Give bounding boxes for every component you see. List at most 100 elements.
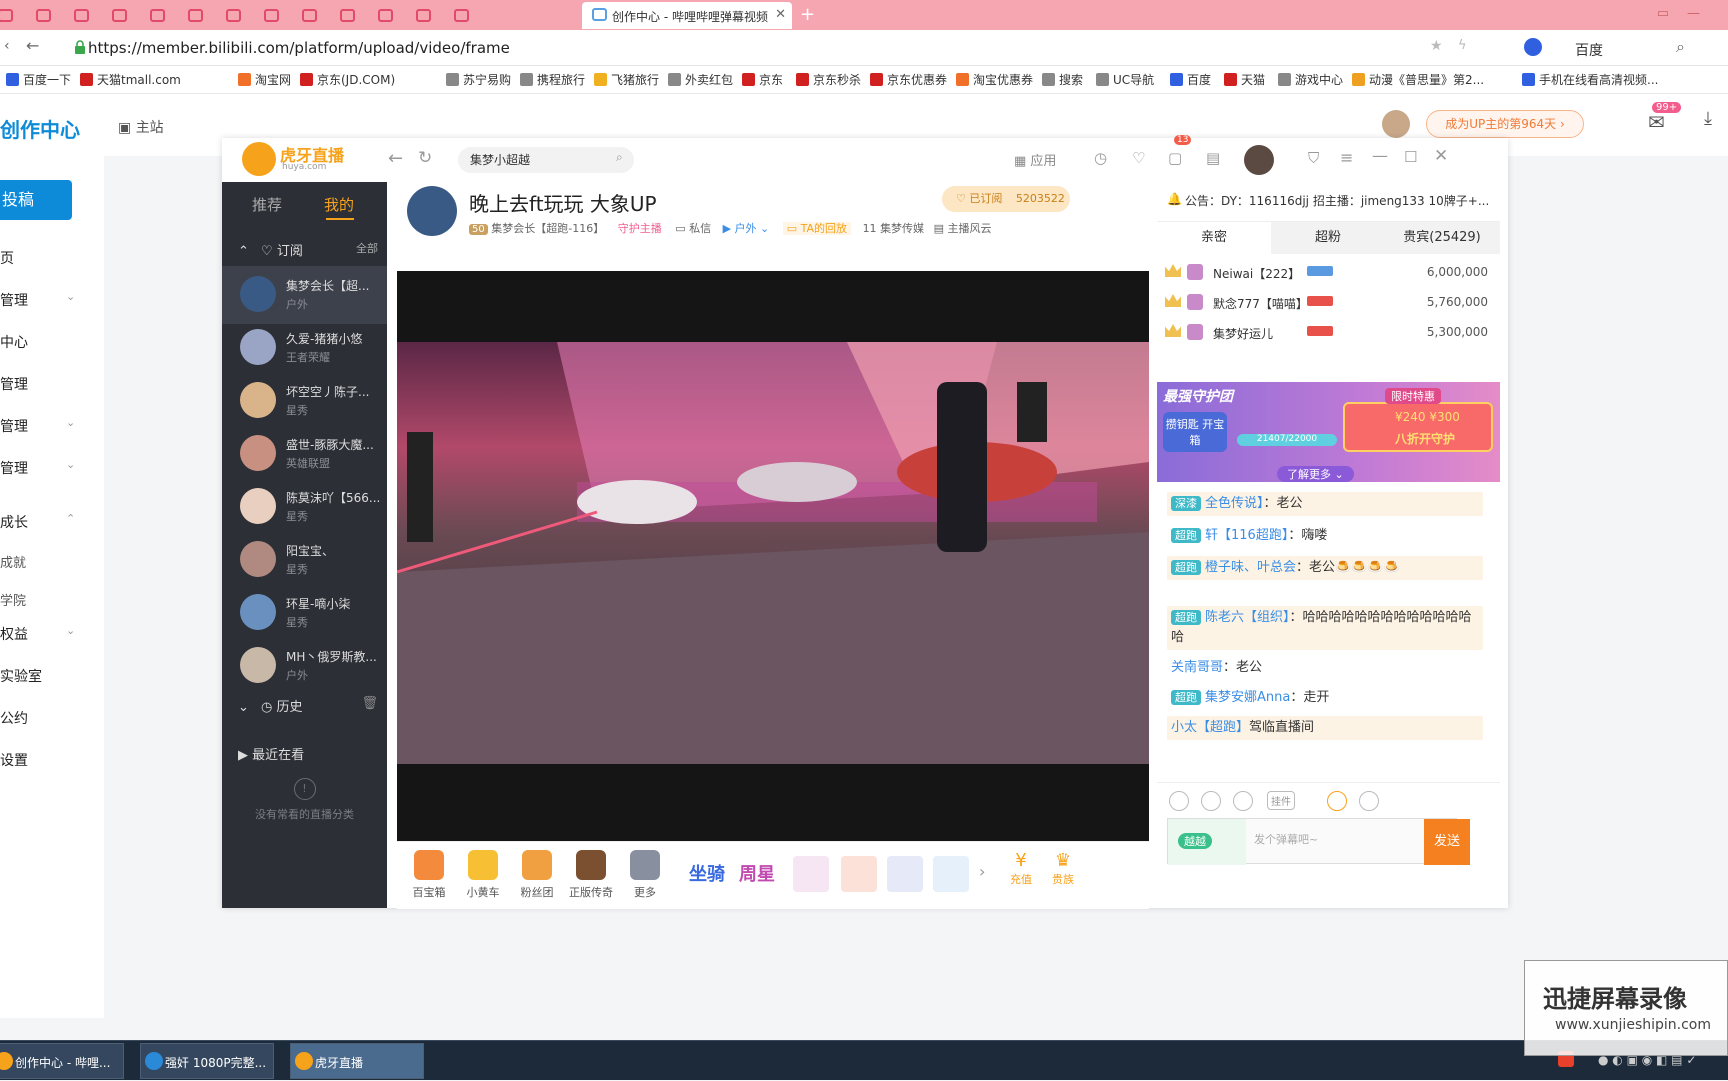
subscribe-header[interactable]: ⌃ ♡ 订阅 全部	[238, 240, 378, 259]
fan-badge[interactable]: 越越	[1168, 819, 1246, 865]
message-icon[interactable]: ▢	[1168, 149, 1182, 167]
tab-superfans[interactable]: 超粉	[1271, 222, 1385, 254]
chevron-right-icon[interactable]: ›	[979, 862, 985, 881]
gift-item[interactable]: 更多	[621, 850, 669, 900]
sidebar-item[interactable]: 公约	[0, 708, 28, 728]
rank-user-name[interactable]: Neiwai【222】	[1213, 265, 1300, 282]
style-link[interactable]: ▤ 主播风云	[934, 222, 992, 235]
recharge-button[interactable]: ¥ 充值	[1001, 850, 1041, 887]
gift-item[interactable]: 正版传奇	[567, 850, 615, 900]
browser-tab[interactable]	[328, 3, 370, 30]
window-controls[interactable]: ▭—	[1657, 6, 1718, 21]
guard-link[interactable]: 守护主播	[618, 222, 662, 235]
back-icon[interactable]: ‹	[4, 38, 10, 54]
video-player[interactable]	[397, 271, 1149, 841]
sidebar-item[interactable]: 管理 ⌄	[0, 290, 75, 310]
send-button[interactable]: 发送	[1424, 819, 1470, 865]
bookmark-item[interactable]: UC导航	[1096, 71, 1154, 88]
gift-item[interactable]: 百宝箱	[405, 850, 453, 900]
browser-tab[interactable]	[176, 3, 218, 30]
sidebar-item[interactable]: 学院	[0, 590, 26, 609]
plugin-button[interactable]: 挂件	[1267, 791, 1295, 810]
browser-tab[interactable]	[138, 3, 180, 30]
company-link[interactable]: 集梦传媒	[880, 222, 924, 235]
taskbar-item[interactable]: 虎牙直播	[290, 1043, 424, 1079]
close-tab-icon[interactable]: ✕	[775, 7, 786, 22]
gift-item-icon[interactable]	[841, 856, 877, 892]
chat-nickname[interactable]: 全色传说】	[1205, 496, 1264, 511]
tab-vip[interactable]: 贵宾(25429)	[1385, 222, 1499, 254]
browser-tab[interactable]	[404, 3, 446, 30]
all-link[interactable]: 全部	[356, 240, 378, 256]
bookmark-item[interactable]: 淘宝优惠券	[956, 71, 1033, 88]
bookmark-item[interactable]: 携程旅行	[520, 71, 585, 88]
history-header[interactable]: ⌄ ◷ 历史 🗑	[238, 696, 378, 715]
chat-nickname[interactable]: 橙子味、叶总会	[1205, 560, 1296, 575]
back-arrow-icon[interactable]: ←	[26, 36, 39, 55]
sidebar-item[interactable]: 成长 ⌃	[0, 512, 75, 532]
gift-item-icon[interactable]	[793, 856, 829, 892]
channel-item[interactable]: 阳宝宝、 星秀	[222, 531, 387, 589]
replay-button[interactable]: ▭ TA的回放	[782, 222, 852, 235]
search-icon[interactable]: ⌕	[1676, 37, 1685, 57]
menu-icon[interactable]: ≡	[1340, 148, 1353, 167]
chat-input[interactable]: 发个弹幕吧~	[1254, 831, 1318, 847]
close-icon[interactable]: ✕	[1434, 146, 1448, 166]
sticker-icon[interactable]	[1201, 791, 1221, 811]
bookmark-item[interactable]: 百度一下	[6, 71, 71, 88]
up-days-badge[interactable]: 成为UP主的第964天 ›	[1426, 110, 1584, 138]
maximize-icon[interactable]: ☐	[1404, 148, 1417, 166]
avatar[interactable]	[1382, 110, 1410, 138]
browser-tab[interactable]	[62, 3, 104, 30]
chat-nickname[interactable]: 小太【超跑】	[1171, 720, 1249, 735]
mount-gift[interactable]: 坐骑	[689, 860, 725, 886]
channel-item[interactable]: MH丶俄罗斯教... 户外	[222, 637, 387, 695]
open-box-button[interactable]: 攒钥匙 开宝箱	[1163, 412, 1227, 452]
active-tab[interactable]: 创作中心 - 哔哩哔哩弹幕视频 ✕	[582, 2, 792, 29]
gift-item[interactable]: 小黄车	[459, 850, 507, 900]
channel-item[interactable]: 环星-嘀小柒 星秀	[222, 584, 387, 642]
settings-icon[interactable]	[1359, 791, 1379, 811]
pm-link[interactable]: ▭ 私信	[675, 222, 711, 235]
anchor-avatar[interactable]	[407, 186, 457, 236]
creator-center-logo[interactable]: 创作中心	[0, 114, 80, 143]
bookmark-item[interactable]: 淘宝网	[238, 71, 291, 88]
download-icon[interactable]: ⤓	[1704, 108, 1712, 129]
taskbar-item[interactable]: 强奸 1080P完整...	[140, 1043, 274, 1079]
gift-item[interactable]: 粉丝团	[513, 850, 561, 900]
heart-icon[interactable]: ♡	[1132, 149, 1145, 167]
palette-icon[interactable]	[1233, 791, 1253, 811]
refresh-icon[interactable]: ↻	[418, 148, 432, 168]
chat-nickname[interactable]: 轩【116超跑】	[1205, 528, 1288, 543]
live-video-frame[interactable]	[397, 342, 1149, 764]
bookmark-item[interactable]: 京东(JD.COM)	[300, 71, 395, 88]
mail-icon[interactable]: ✉	[1648, 110, 1665, 134]
trash-icon[interactable]: 🗑	[361, 696, 378, 711]
history-clock-icon[interactable]: ◷	[1094, 149, 1107, 167]
bookmark-item[interactable]: 京东	[742, 71, 783, 88]
browser-tab[interactable]	[24, 3, 66, 30]
sidebar-item[interactable]: 页	[0, 248, 14, 268]
browser-tab[interactable]	[366, 3, 408, 30]
home-link[interactable]: ▣ 主站	[118, 117, 164, 137]
bookmark-item[interactable]: 飞猪旅行	[594, 71, 659, 88]
search-icon[interactable]: ⌕	[616, 150, 623, 165]
sidebar-item[interactable]: 管理 ⌄	[0, 416, 75, 436]
taskbar-item[interactable]: 创作中心 - 哔哩...	[0, 1043, 124, 1079]
tab-mine[interactable]: 我的	[324, 194, 354, 215]
noble-button[interactable]: ♛ 贵族	[1043, 850, 1083, 887]
bookmark-item[interactable]: 京东优惠券	[870, 71, 947, 88]
rank-row[interactable]: 默念777【喵喵】 5,760,000	[1157, 286, 1500, 318]
browser-tab[interactable]	[442, 3, 484, 30]
shirt-icon[interactable]: ⛉	[1308, 149, 1319, 167]
apps-icon[interactable]: ▦ 应用	[1014, 150, 1056, 169]
recent-header[interactable]: ▶ 最近在看	[238, 744, 304, 763]
sidebar-item[interactable]: 实验室	[0, 666, 42, 686]
sidebar-item[interactable]: 管理	[0, 374, 28, 394]
rank-row[interactable]: Neiwai【222】 6,000,000	[1157, 256, 1500, 288]
user-avatar[interactable]	[1244, 145, 1274, 175]
guard-banner[interactable]: 最强守护团 攒钥匙 开宝箱 21407/22000 限时特惠 ¥240 ¥300…	[1157, 382, 1500, 482]
bookmark-item[interactable]: 京东秒杀	[796, 71, 861, 88]
upload-button[interactable]: 投稿	[0, 180, 72, 220]
smile-icon[interactable]	[1327, 791, 1347, 811]
